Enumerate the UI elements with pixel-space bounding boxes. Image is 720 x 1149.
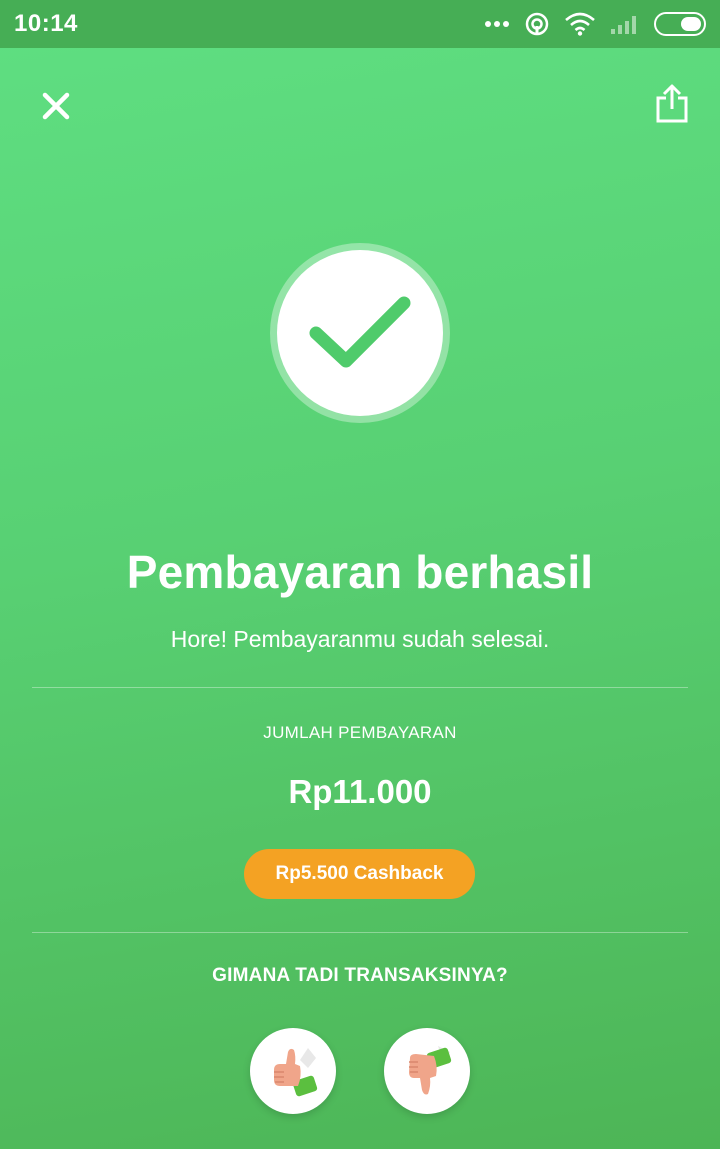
divider [32, 687, 688, 688]
status-icons [484, 11, 706, 37]
more-dots-icon [485, 21, 509, 27]
page-subtitle: Hore! Pembayaranmu sudah selesai. [170, 626, 550, 652]
status-time: 10:14 [14, 10, 78, 37]
thumbs-down-icon [409, 1046, 452, 1095]
battery-icon [654, 12, 706, 36]
status-bar: 10:14 [0, 0, 720, 48]
success-circle [277, 250, 443, 416]
wifi-icon [565, 12, 595, 36]
close-icon [42, 92, 70, 120]
share-icon [656, 84, 688, 123]
share-button[interactable] [646, 78, 698, 130]
amount-label: JUMLAH PEMBAYARAN [263, 723, 457, 742]
cashback-badge: Rp5.500 Cashback [244, 849, 475, 899]
success-badge [270, 243, 450, 423]
thumbs-down-button[interactable] [384, 1028, 470, 1114]
thumbs-up-icon [274, 1048, 318, 1097]
signal-icon [611, 16, 636, 34]
thumbs-up-button[interactable] [250, 1028, 336, 1114]
feedback-question: GIMANA TADI TRANSAKSINYA? [212, 965, 508, 986]
divider [32, 932, 688, 933]
checkmark-icon [309, 296, 411, 368]
close-button[interactable] [30, 80, 82, 132]
hotspot-icon [525, 12, 549, 36]
amount-value: Rp11.000 [288, 773, 432, 810]
page-title: Pembayaran berhasil [126, 546, 594, 598]
